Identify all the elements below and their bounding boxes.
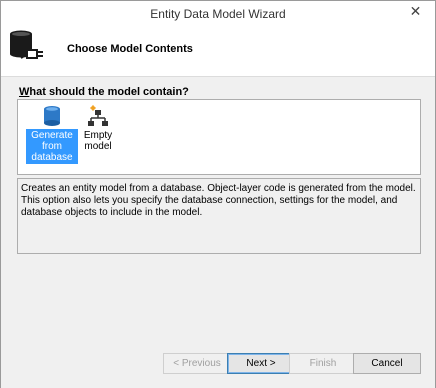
previous-button[interactable]: < Previous xyxy=(163,353,231,374)
choice-empty-model[interactable]: Empty model xyxy=(68,103,128,153)
wizard-body: What should the model contain? Generate … xyxy=(1,76,435,388)
description-text: Creates an entity model from a database.… xyxy=(21,183,416,218)
database-icon xyxy=(44,106,60,126)
wizard-window: Entity Data Model Wizard ✕ Choose Model … xyxy=(0,0,436,388)
question-text: hat should the model contain? xyxy=(29,86,189,98)
model-hierarchy-icon xyxy=(88,105,108,126)
question-accesskey: W xyxy=(19,86,30,98)
cancel-button[interactable]: Cancel xyxy=(353,353,421,374)
choice-label: Empty model xyxy=(83,130,113,152)
window-title: Entity Data Model Wizard xyxy=(150,7,286,21)
model-contents-list[interactable]: Generate from database Empty model xyxy=(17,99,421,175)
model-contents-question: What should the model contain? xyxy=(19,86,189,98)
close-icon: ✕ xyxy=(409,2,422,19)
title-bar[interactable]: Entity Data Model Wizard ✕ xyxy=(1,1,435,28)
wizard-header: Choose Model Contents xyxy=(1,28,435,76)
next-button[interactable]: Next > xyxy=(227,353,295,374)
close-button[interactable]: ✕ xyxy=(402,2,429,20)
page-title: Choose Model Contents xyxy=(67,43,193,55)
database-connector-icon xyxy=(10,30,43,59)
description-box: Creates an entity model from a database.… xyxy=(17,178,421,254)
finish-button[interactable]: Finish xyxy=(289,353,357,374)
